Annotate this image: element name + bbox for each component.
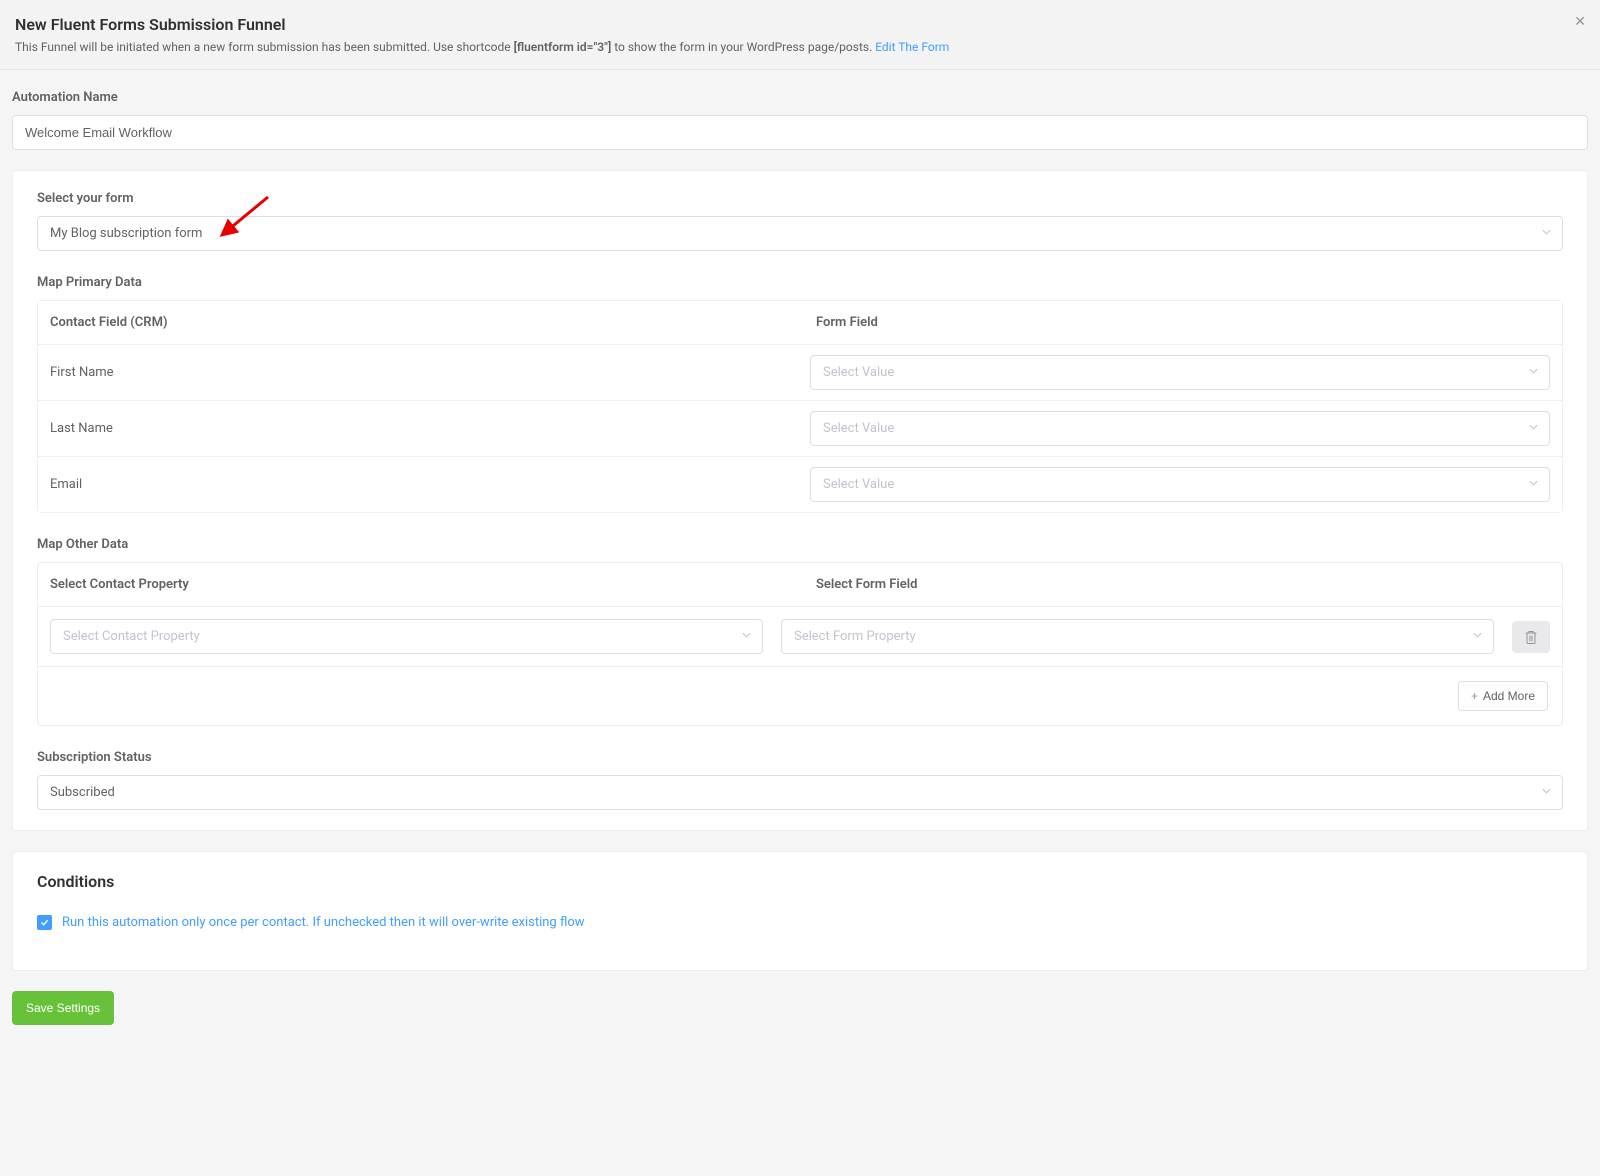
conditions-card: Conditions Run this automation only once… <box>12 851 1588 971</box>
form-field-select[interactable]: Select Value <box>810 411 1550 446</box>
form-field-select[interactable]: Select Value <box>810 355 1550 390</box>
edit-form-link[interactable]: Edit The Form <box>875 40 949 54</box>
run-once-checkbox-row[interactable]: Run this automation only once per contac… <box>37 915 1563 930</box>
table-header: Contact Field (CRM) Form Field <box>38 301 1562 345</box>
subscription-status-group: Subscription Status Subscribed <box>37 750 1563 810</box>
map-primary-label: Map Primary Data <box>37 275 1563 290</box>
select-form-dropdown[interactable]: My Blog subscription form <box>37 216 1563 251</box>
select-form-value: My Blog subscription form <box>50 226 202 241</box>
chevron-down-icon <box>1541 226 1552 241</box>
chevron-down-icon <box>1528 421 1539 436</box>
contact-field-label: Last Name <box>50 421 790 436</box>
close-icon[interactable]: ✕ <box>1574 14 1586 30</box>
delete-row-button[interactable] <box>1512 621 1550 653</box>
automation-name-label: Automation Name <box>12 90 1588 105</box>
chevron-down-icon <box>1541 785 1552 800</box>
modal-title: New Fluent Forms Submission Funnel <box>15 15 1585 34</box>
table-header: Select Contact Property Select Form Fiel… <box>38 563 1562 607</box>
select-form-label: Select your form <box>37 191 1563 206</box>
th-contact-property: Select Contact Property <box>38 563 796 606</box>
map-other-label: Map Other Data <box>37 537 1563 552</box>
table-row: Select Contact Property Select Form Prop… <box>38 607 1562 667</box>
select-form-group: Select your form My Blog subscription fo… <box>37 191 1563 251</box>
table-row: Last Name Select Value <box>38 401 1562 457</box>
form-field-select[interactable]: Select Value <box>810 467 1550 502</box>
chevron-down-icon <box>1528 365 1539 380</box>
modal-header: New Fluent Forms Submission Funnel This … <box>0 0 1600 70</box>
table-row: Email Select Value <box>38 457 1562 512</box>
map-primary-group: Map Primary Data Contact Field (CRM) For… <box>37 275 1563 513</box>
table-row: First Name Select Value <box>38 345 1562 401</box>
shortcode-text: [fluentform id="3"] <box>514 40 612 54</box>
settings-card: Select your form My Blog subscription fo… <box>12 170 1588 831</box>
chevron-down-icon <box>741 629 752 644</box>
th-form-field: Form Field <box>796 301 1562 344</box>
subscription-status-select[interactable]: Subscribed <box>37 775 1563 810</box>
checkbox-icon <box>37 915 52 930</box>
add-more-row: + Add More <box>38 667 1562 725</box>
plus-icon: + <box>1471 689 1478 703</box>
save-settings-button[interactable]: Save Settings <box>12 991 114 1025</box>
chevron-down-icon <box>1528 477 1539 492</box>
subscription-status-label: Subscription Status <box>37 750 1563 765</box>
add-more-button[interactable]: + Add More <box>1458 681 1548 711</box>
map-other-group: Map Other Data Select Contact Property S… <box>37 537 1563 726</box>
map-primary-table: Contact Field (CRM) Form Field First Nam… <box>37 300 1563 513</box>
form-property-select[interactable]: Select Form Property <box>781 619 1494 654</box>
contact-property-select[interactable]: Select Contact Property <box>50 619 763 654</box>
run-once-checkbox-label: Run this automation only once per contac… <box>62 915 585 930</box>
th-form-field: Select Form Field <box>796 563 1562 606</box>
th-contact-field: Contact Field (CRM) <box>38 301 796 344</box>
conditions-title: Conditions <box>37 872 1563 891</box>
modal-description: This Funnel will be initiated when a new… <box>15 40 1585 54</box>
contact-field-label: First Name <box>50 365 790 380</box>
contact-field-label: Email <box>50 477 790 492</box>
subscription-status-value: Subscribed <box>50 785 115 800</box>
automation-name-input[interactable] <box>12 115 1588 150</box>
chevron-down-icon <box>1472 629 1483 644</box>
map-other-table: Select Contact Property Select Form Fiel… <box>37 562 1563 726</box>
automation-name-group: Automation Name <box>12 90 1588 150</box>
trash-icon <box>1525 630 1537 644</box>
